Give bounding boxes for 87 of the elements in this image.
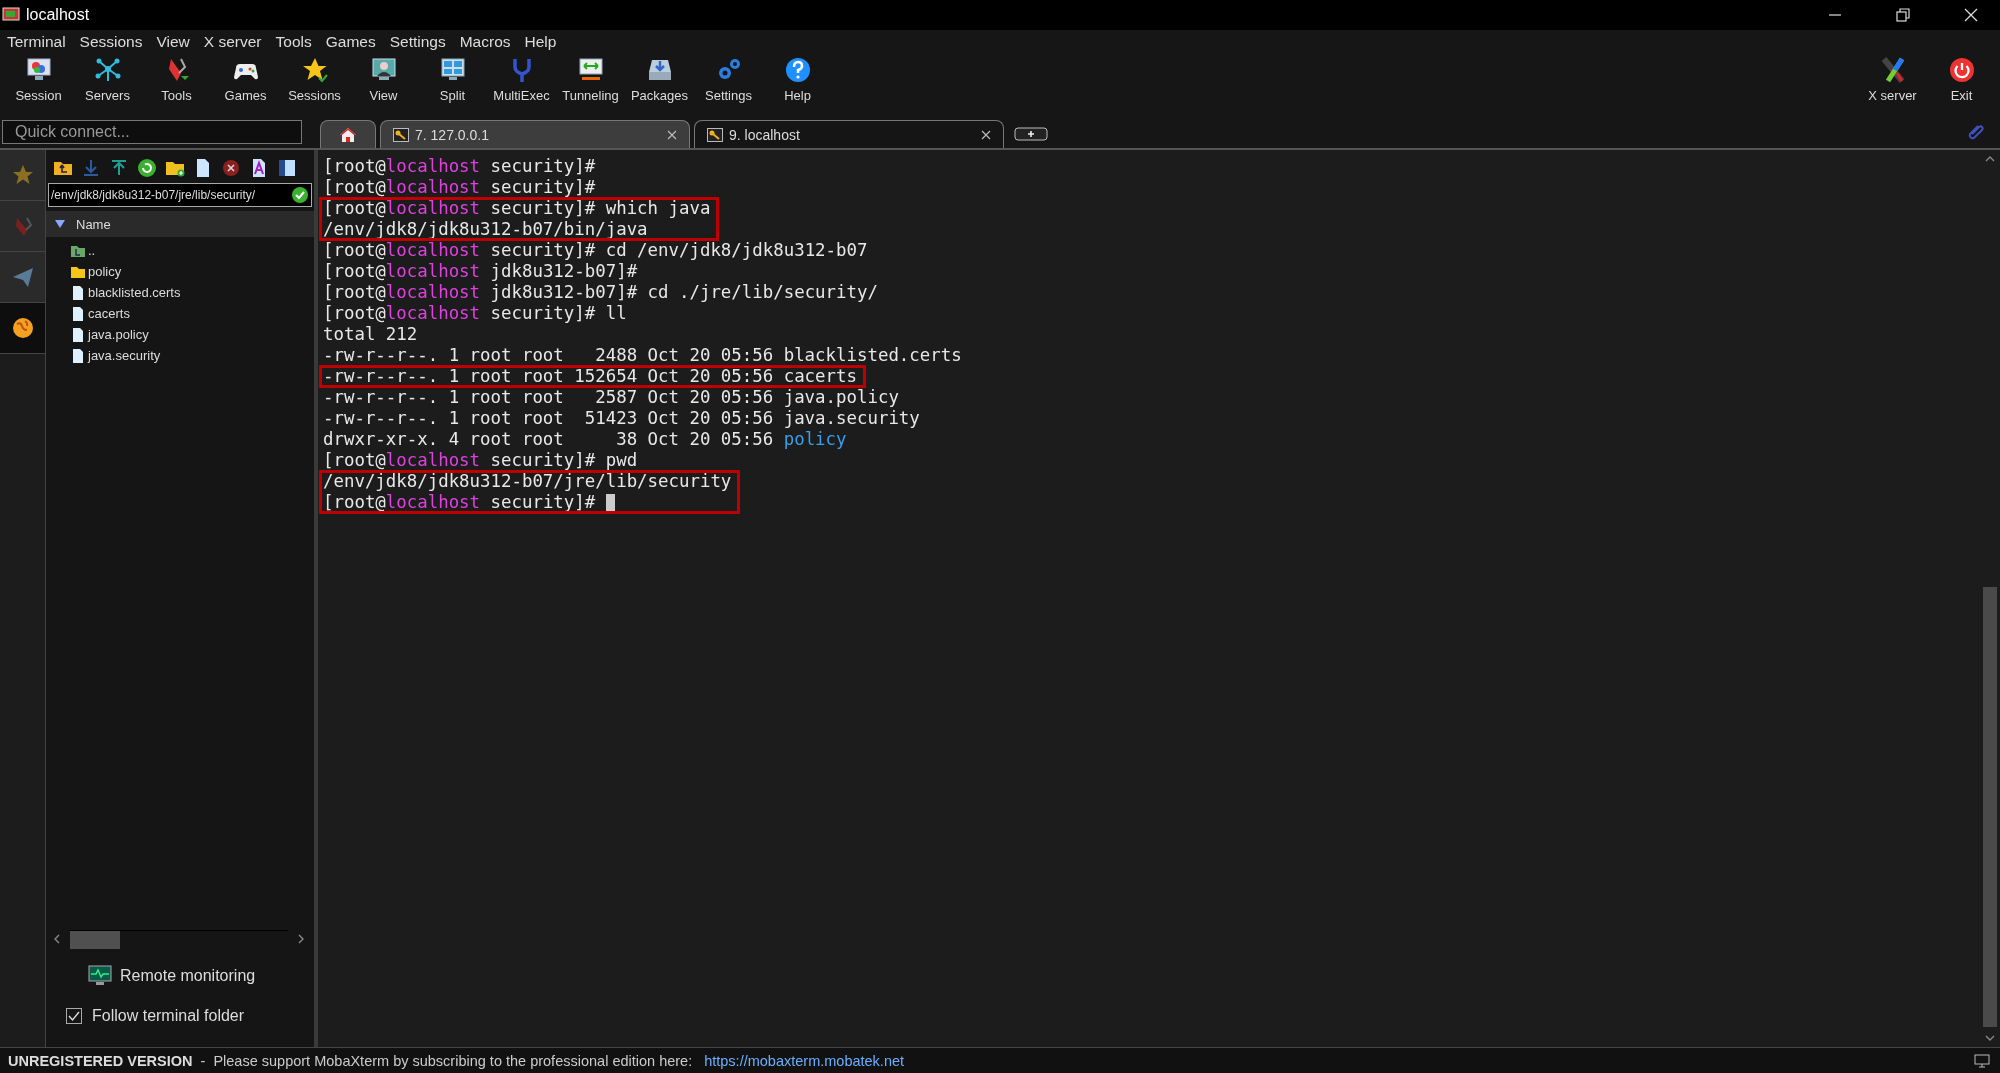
terminal-line: [root@localhost jdk8u312-b07]#: [323, 261, 639, 282]
paperclip-icon[interactable]: [1966, 123, 1984, 141]
help-icon: [783, 56, 812, 84]
quick-connect-field[interactable]: Quick connect...: [2, 120, 302, 144]
session-tab[interactable]: 9. localhost: [694, 120, 1004, 148]
remote-monitoring-button[interactable]: Remote monitoring: [88, 965, 314, 987]
close-icon[interactable]: [981, 129, 991, 140]
monitor-chart-icon: [88, 965, 112, 987]
terminal-line: [root@localhost security]#: [323, 156, 596, 177]
sidebar-tab[interactable]: [0, 303, 45, 354]
terminal-line: -rw-r--r--. 1 root root 2488 Oct 20 05:56 blacklisted.certs: [323, 345, 962, 366]
home-tab[interactable]: [320, 120, 376, 148]
file-item[interactable]: ..: [46, 240, 314, 261]
terminal-line: [root@localhost security]# cd /env/jdk8/jdk8u312-b07: [323, 240, 869, 261]
terminal-line: [root@localhost security]#: [323, 492, 732, 513]
key-icon: [707, 127, 723, 142]
network-icon: [93, 56, 122, 84]
menu-item[interactable]: View: [156, 33, 190, 51]
terminal-line: [root@localhost security]# pwd: [323, 450, 639, 471]
globe-icon: [10, 316, 35, 340]
toolbar-button[interactable]: Exit: [1927, 56, 1996, 103]
checkbox[interactable]: [66, 1008, 82, 1024]
menu-item[interactable]: Games: [325, 33, 376, 51]
column-header-label: Name: [76, 216, 111, 232]
website-link[interactable]: https://mobaxterm.mobatek.net: [704, 1052, 905, 1069]
file-item[interactable]: java.policy: [46, 324, 314, 345]
terminal-line: total 212: [323, 324, 419, 345]
terminal-line: /env/jdk8/jdk8u312-b07/jre/lib/security: [323, 471, 732, 492]
terminal-line: [root@localhost jdk8u312-b07]# cd ./jre/lib/security/: [323, 282, 879, 303]
close-icon[interactable]: [1964, 8, 1978, 22]
app-icon: [2, 7, 20, 23]
toolbar-button[interactable]: Packages: [625, 56, 694, 103]
toolbar-button[interactable]: X server: [1858, 56, 1927, 103]
file-item[interactable]: blacklisted.certs: [46, 282, 314, 303]
scrollbar[interactable]: [70, 929, 288, 949]
check-icon: [291, 186, 309, 204]
scroll-right-icon[interactable]: [296, 933, 306, 945]
toolbar-button[interactable]: Servers: [73, 56, 142, 103]
toolbar-button[interactable]: Help: [763, 56, 832, 103]
scroll-up-icon[interactable]: [1984, 154, 1996, 164]
follow-folder-checkbox[interactable]: Follow terminal folder: [66, 1007, 314, 1025]
terminal-line: [root@localhost security]# which java: [323, 198, 711, 219]
file-icon: [70, 326, 86, 343]
menu-item[interactable]: Tools: [275, 33, 312, 51]
file-icon: [70, 347, 86, 364]
toolbar-button[interactable]: View: [349, 56, 418, 103]
terminal-line: [root@localhost security]#: [323, 177, 596, 198]
monitor-icon: [1974, 1053, 1990, 1068]
scroll-down-icon[interactable]: [1984, 1033, 1996, 1043]
file-item[interactable]: cacerts: [46, 303, 314, 324]
edition-label: UNREGISTERED VERSION: [8, 1052, 193, 1069]
file-item[interactable]: policy: [46, 261, 314, 282]
sort-arrow-icon: [54, 219, 66, 229]
menu-item[interactable]: Macros: [459, 33, 511, 51]
window-title: localhost: [26, 6, 90, 24]
home-icon: [339, 126, 357, 143]
menu-item[interactable]: Help: [524, 33, 557, 51]
menu-item[interactable]: Terminal: [7, 33, 66, 51]
file-icon: [70, 284, 86, 301]
new-tab-icon[interactable]: [1014, 126, 1048, 142]
scroll-left-icon[interactable]: [52, 933, 62, 945]
menu-item[interactable]: X server: [203, 33, 262, 51]
path-field[interactable]: /env/jdk8/jdk8u312-b07/jre/lib/security/: [48, 183, 312, 207]
terminal-line: drwxr-xr-x. 4 root root 38 Oct 20 05:56 policy: [323, 429, 848, 450]
terminal-line: -rw-r--r--. 1 root root 51423 Oct 20 05:56 java.security: [323, 408, 920, 429]
terminal-line: [root@localhost security]# ll: [323, 303, 628, 324]
column-header[interactable]: Name: [46, 211, 314, 237]
toolbar-button[interactable]: Tunneling: [556, 56, 625, 103]
power-icon: [1947, 56, 1976, 84]
toolbar-button[interactable]: Tools: [142, 56, 211, 103]
terminal-line: -rw-r--r--. 1 root root 2587 Oct 20 05:56 java.policy: [323, 387, 900, 408]
session-tab[interactable]: 7. 127.0.0.1: [380, 120, 690, 148]
terminal-line: /env/jdk8/jdk8u312-b07/bin/java: [323, 219, 649, 240]
file-icon: [70, 305, 86, 322]
toolbar-button[interactable]: Split: [418, 56, 487, 103]
toolbar-button[interactable]: Games: [211, 56, 280, 103]
restore-icon[interactable]: [1896, 8, 1910, 22]
toolbar-button[interactable]: MultiExec: [487, 56, 556, 103]
status-message: - Please support MobaXterm by subscribing to the professional edition here:: [199, 1052, 693, 1069]
toolbar-button[interactable]: Sessions: [280, 56, 349, 103]
toolbar-button[interactable]: Settings: [694, 56, 763, 103]
terminal-line: -rw-r--r--. 1 root root 152654 Oct 20 05:56 cacerts: [323, 366, 857, 387]
toolbar-button[interactable]: Session: [4, 56, 73, 103]
menu-item[interactable]: Sessions: [79, 33, 143, 51]
menu-item[interactable]: Settings: [389, 33, 446, 51]
key-icon: [393, 127, 409, 142]
file-item[interactable]: java.security: [46, 345, 314, 366]
